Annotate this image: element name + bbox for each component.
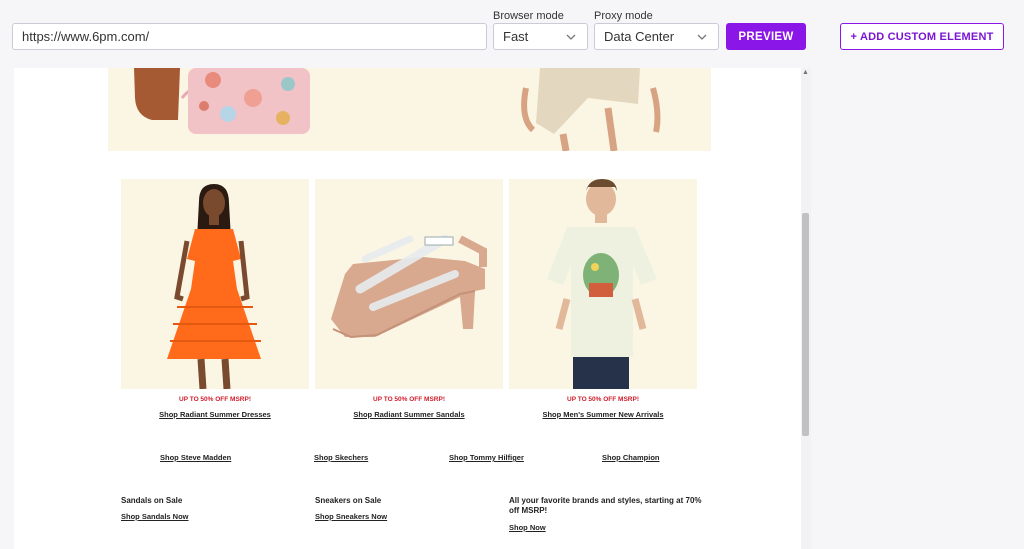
proxy-mode-select[interactable]: Data Center bbox=[594, 23, 719, 50]
chevron-down-icon bbox=[697, 34, 707, 40]
graphic-tee-model-icon bbox=[547, 179, 657, 389]
shop-skechers-link[interactable]: Shop Skechers bbox=[314, 453, 368, 462]
preview-frame: UP TO 50% OFF MSRP! Shop Radiant Summer … bbox=[14, 68, 811, 549]
shop-summer-sandals-link[interactable]: Shop Radiant Summer Sandals bbox=[315, 410, 503, 419]
shop-now-link[interactable]: Shop Now bbox=[509, 523, 546, 532]
browser-mode-label: Browser mode bbox=[493, 10, 564, 22]
sneakers-on-sale-heading: Sneakers on Sale bbox=[315, 496, 382, 505]
clear-strap-sandal-icon bbox=[331, 234, 487, 339]
shop-mens-new-arrivals-link[interactable]: Shop Men's Summer New Arrivals bbox=[509, 410, 697, 419]
preview-button[interactable]: PREVIEW bbox=[726, 23, 806, 50]
hero-banner-image bbox=[134, 68, 661, 151]
promo-tag: UP TO 50% OFF MSRP! bbox=[373, 396, 445, 403]
shop-tommy-hilfiger-link[interactable]: Shop Tommy Hilfiger bbox=[449, 453, 524, 462]
shop-steve-madden-link[interactable]: Shop Steve Madden bbox=[160, 453, 231, 462]
orange-dress-model-icon bbox=[167, 184, 261, 389]
browser-mode-select[interactable]: Fast bbox=[493, 23, 588, 50]
toolbar: Browser mode Fast Proxy mode Data Center… bbox=[0, 0, 1024, 68]
shop-summer-dresses-link[interactable]: Shop Radiant Summer Dresses bbox=[121, 410, 309, 419]
shop-champion-link[interactable]: Shop Champion bbox=[602, 453, 660, 462]
proxy-mode-value: Data Center bbox=[604, 29, 675, 44]
url-input[interactable] bbox=[12, 23, 487, 50]
shop-sandals-now-link[interactable]: Shop Sandals Now bbox=[121, 512, 189, 521]
proxy-mode-label: Proxy mode bbox=[594, 10, 653, 22]
sandals-on-sale-heading: Sandals on Sale bbox=[121, 496, 183, 505]
hero-banner[interactable] bbox=[108, 68, 711, 151]
brands-promo-heading: All your favorite brands and styles, sta… bbox=[509, 496, 702, 515]
scrollbar-thumb[interactable] bbox=[802, 213, 809, 436]
chevron-down-icon bbox=[566, 34, 576, 40]
promo-tag: UP TO 50% OFF MSRP! bbox=[179, 396, 251, 403]
shop-sneakers-now-link[interactable]: Shop Sneakers Now bbox=[315, 512, 387, 521]
promo-card-mens[interactable] bbox=[509, 179, 697, 389]
promo-tag: UP TO 50% OFF MSRP! bbox=[567, 396, 639, 403]
promo-card-sandals[interactable] bbox=[315, 179, 503, 389]
add-custom-element-button[interactable]: + ADD CUSTOM ELEMENT bbox=[840, 23, 1004, 50]
promo-card-dresses[interactable] bbox=[121, 179, 309, 389]
scroll-up-icon[interactable]: ▲ bbox=[802, 69, 809, 76]
browser-mode-value: Fast bbox=[503, 29, 529, 44]
